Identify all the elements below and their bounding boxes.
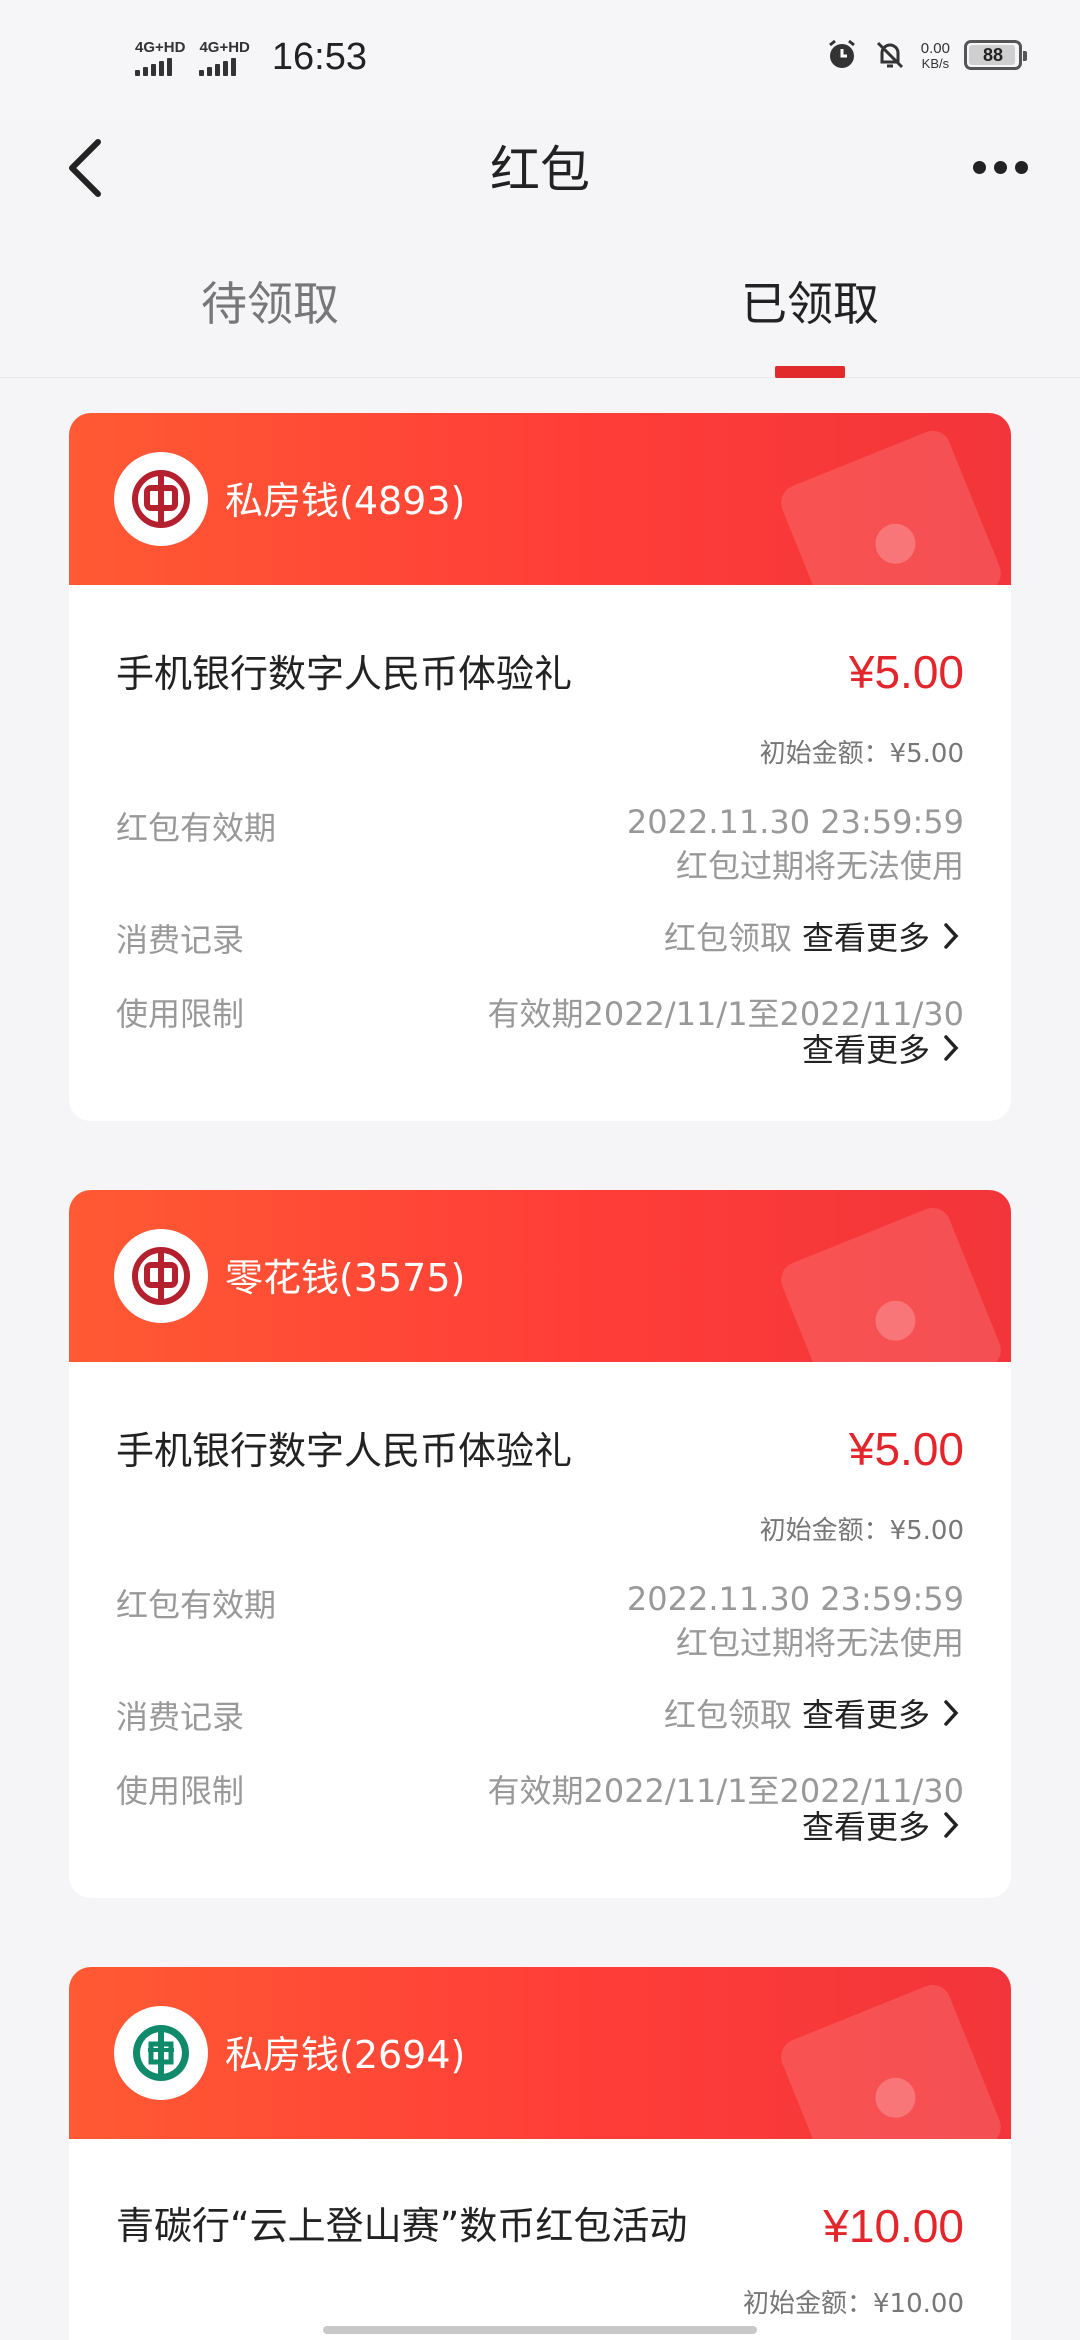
signal-2: 4G+HD xyxy=(199,38,250,76)
envelope-decoration-icon xyxy=(775,425,1007,585)
gift-name: 手机银行数字人民币体验礼 xyxy=(116,1429,573,1473)
network-speed: 0.00 KB/s xyxy=(921,40,950,71)
chevron-right-icon xyxy=(944,1812,959,1838)
status-left: 4G+HD 4G+HD 16:53 xyxy=(135,36,367,79)
validity-value: 2022.11.30 23:59:59 xyxy=(626,1580,964,1618)
gift-name: 手机银行数字人民币体验礼 xyxy=(116,652,573,696)
validity-value: 2022.11.30 23:59:59 xyxy=(626,803,964,841)
agricultural-bank-logo xyxy=(114,2006,208,2100)
record-view-more-link[interactable]: 红包领取 查看更多 xyxy=(664,913,964,959)
active-tab-indicator xyxy=(775,366,845,378)
red-packet-card[interactable]: 私房钱(2694) 青碳行“云上登山赛”数币红包活动 ¥10.00 初始金额：¥… xyxy=(69,1967,1011,2340)
envelope-decoration-icon xyxy=(775,1979,1007,2139)
validity-label: 红包有效期 xyxy=(116,1586,277,1624)
speed-unit: KB/s xyxy=(921,55,950,71)
amount: ¥5.00 xyxy=(848,646,964,698)
status-bar: 4G+HD 4G+HD 16:53 0.00 KB/s 88 xyxy=(0,0,1080,120)
clock: 16:53 xyxy=(271,36,367,78)
chevron-right-icon xyxy=(944,1700,959,1726)
mute-bell-icon xyxy=(876,41,903,69)
wallet-label: 私房钱(2694) xyxy=(225,2033,466,2077)
validity-note: 红包过期将无法使用 xyxy=(675,847,964,885)
view-more-label: 查看更多 xyxy=(801,1808,930,1846)
home-indicator xyxy=(323,2326,757,2334)
card-header: 私房钱(2694) xyxy=(69,1967,1011,2139)
validity-note: 红包过期将无法使用 xyxy=(675,1624,964,1662)
network-type-1: 4G+HD xyxy=(135,38,186,56)
signal-bars-icon xyxy=(199,57,237,76)
chevron-right-icon xyxy=(944,923,959,949)
status-right: 0.00 KB/s 88 xyxy=(825,38,1027,72)
envelope-decoration-icon xyxy=(775,1202,1007,1362)
limit-label: 使用限制 xyxy=(116,1772,245,1810)
alarm-icon xyxy=(828,39,855,68)
chevron-right-icon xyxy=(944,1035,959,1061)
record-label: 消费记录 xyxy=(116,1698,245,1736)
network-type-2: 4G+HD xyxy=(199,38,250,56)
red-packet-card[interactable]: 零花钱(3575) 手机银行数字人民币体验礼 ¥5.00 初始金额：¥5.00 … xyxy=(69,1190,1011,1898)
view-more-label: 查看更多 xyxy=(801,919,930,957)
speed-value: 0.00 xyxy=(920,39,950,57)
bank-of-china-logo xyxy=(114,1229,208,1323)
page-title: 红包 xyxy=(490,141,590,199)
view-more-label: 查看更多 xyxy=(801,1696,930,1734)
initial-amount: 初始金额：¥5.00 xyxy=(759,1516,964,1546)
card-header: 零花钱(3575) xyxy=(69,1190,1011,1362)
wallet-label: 私房钱(4893) xyxy=(225,479,466,523)
signal-bars-icon xyxy=(135,57,172,76)
limit-view-more-link[interactable]: 查看更多 xyxy=(802,1802,964,1848)
more-dots-icon[interactable] xyxy=(960,142,1040,192)
initial-amount: 初始金额：¥10.00 xyxy=(743,2289,964,2319)
initial-amount: 初始金额：¥5.00 xyxy=(759,739,964,769)
card-header: 私房钱(4893) xyxy=(69,413,1011,585)
tab-received[interactable]: 已领取 xyxy=(610,268,1010,334)
gift-name: 青碳行“云上登山赛”数币红包活动 xyxy=(116,2204,688,2248)
record-value: 红包领取 xyxy=(663,1696,792,1734)
wallet-label: 零花钱(3575) xyxy=(225,1256,466,1300)
battery-icon: 88 xyxy=(964,40,1027,70)
tab-bar: 待领取 已领取 xyxy=(0,250,1080,378)
record-label: 消费记录 xyxy=(116,921,245,959)
validity-label: 红包有效期 xyxy=(116,809,277,847)
bank-of-china-logo xyxy=(114,452,208,546)
record-value: 红包领取 xyxy=(663,919,792,957)
amount: ¥5.00 xyxy=(848,1423,964,1475)
battery-level: 88 xyxy=(982,44,1004,65)
record-view-more-link[interactable]: 红包领取 查看更多 xyxy=(664,1690,964,1736)
view-more-label: 查看更多 xyxy=(801,1031,930,1069)
tab-pending[interactable]: 待领取 xyxy=(70,268,470,334)
limit-label: 使用限制 xyxy=(116,995,245,1033)
nav-bar: 红包 xyxy=(0,120,1080,270)
red-packet-card[interactable]: 私房钱(4893) 手机银行数字人民币体验礼 ¥5.00 初始金额：¥5.00 … xyxy=(69,413,1011,1121)
limit-view-more-link[interactable]: 查看更多 xyxy=(802,1025,964,1071)
amount: ¥10.00 xyxy=(823,2200,964,2252)
signal-1: 4G+HD xyxy=(135,38,186,76)
